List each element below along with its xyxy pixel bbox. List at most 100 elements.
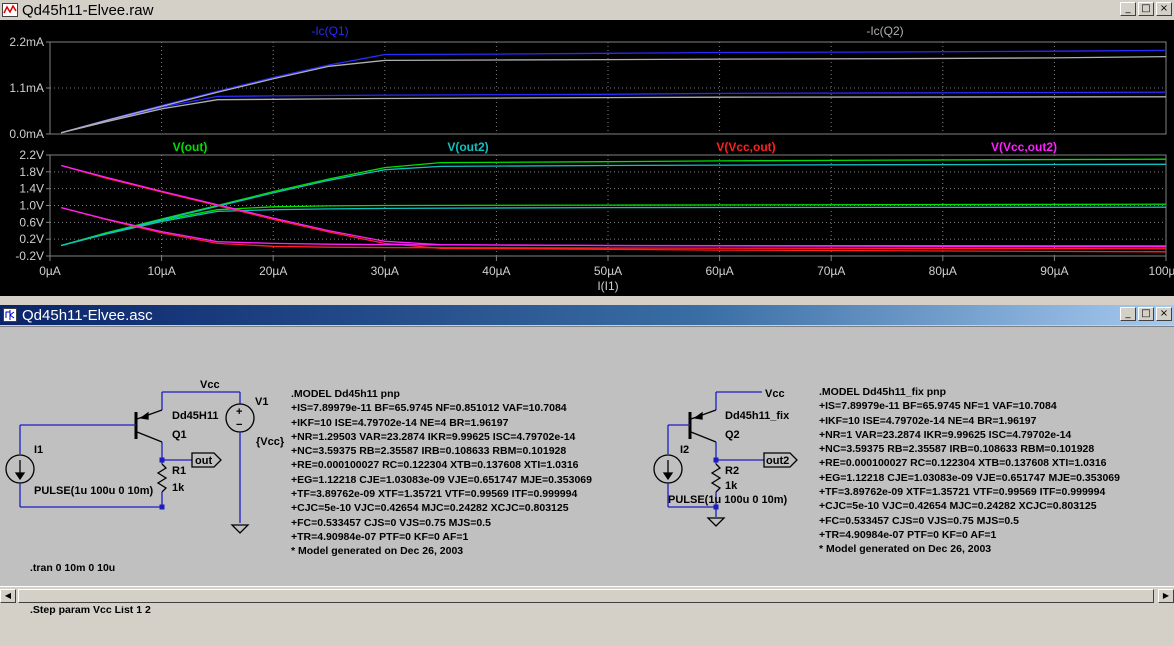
maximize-button[interactable]: □ xyxy=(1138,307,1154,321)
junction-dot xyxy=(713,457,719,463)
x-tick-label: 90µA xyxy=(1040,264,1068,278)
series-line--ic-q1-[interactable] xyxy=(61,91,1167,134)
schematic-window-titlebar[interactable]: Qd45h11-Elvee.asc _ □ × xyxy=(0,305,1174,325)
q2-name: Q2 xyxy=(725,429,740,441)
model-line: +RE=0.000100027 RC=0.122304 XTB=0.137608… xyxy=(291,459,579,472)
ground-symbol xyxy=(706,517,726,527)
model-line: +NC=3.59375 RB=2.35587 IRB=0.108633 RBM=… xyxy=(819,443,1095,456)
legend-entry[interactable]: V(Vcc,out2) xyxy=(991,140,1057,154)
plot-window-title: Qd45h11-Elvee.raw xyxy=(22,1,154,19)
model-line: +IS=7.89979e-11 BF=65.9745 NF=0.851012 V… xyxy=(291,402,567,415)
maximize-button[interactable]: □ xyxy=(1138,2,1154,16)
model-card-dd45h11[interactable]: .MODEL Dd45h11 pnp +IS=7.89979e-11 BF=65.… xyxy=(291,387,592,559)
scroll-left-arrow[interactable]: ◀ xyxy=(0,589,16,603)
model-line: +CJC=5e-10 VJC=0.42654 MJC=0.24282 XCJC=… xyxy=(291,502,569,515)
x-tick-label: 80µA xyxy=(929,264,957,278)
out2-label: out2 xyxy=(766,455,789,467)
model-line: .MODEL Dd45h11 pnp xyxy=(291,388,400,400)
x-tick-label: 10µA xyxy=(147,264,175,278)
model-line: +IKF=10 ISE=4.79702e-14 NE=4 BR=1.96197 xyxy=(291,416,509,429)
waveform-icon xyxy=(2,2,18,18)
y-tick-label: 1.0V xyxy=(19,199,44,213)
x-tick-label: 70µA xyxy=(817,264,845,278)
scrollbar-thumb[interactable] xyxy=(18,589,1154,603)
series-line--ic-q2-[interactable] xyxy=(61,96,1167,134)
horizontal-scrollbar[interactable]: ◀ ▶ xyxy=(0,586,1174,606)
close-button[interactable]: × xyxy=(1156,307,1172,321)
waveform-chart[interactable]: 2.2mA 1.1mA 0.0mA 2.2V 1.8V 1.4V 1.0V 0.6V 0.2V -… xyxy=(0,20,1174,296)
transistor-collector[interactable] xyxy=(690,431,717,443)
model-line: +TF=3.89762e-09 XTF=1.35721 VTF=0.99569 … xyxy=(819,486,1106,499)
resistor-r2[interactable] xyxy=(710,463,722,493)
q1-name: Q1 xyxy=(172,429,187,441)
junction-dot xyxy=(159,504,165,510)
series-line-v-vcc-out2-[interactable] xyxy=(61,206,1167,247)
out-label: out xyxy=(195,455,212,467)
plot-window-titlebar[interactable]: Qd45h11-Elvee.raw _ □ × xyxy=(0,0,1174,21)
y-tick-label: 0.0mA xyxy=(9,127,44,141)
minimize-button[interactable]: _ xyxy=(1120,2,1136,16)
model-line: +EG=1.12218 CJE=1.03083e-09 VJE=0.651747… xyxy=(291,473,592,486)
model-card-dd45h11-fix[interactable]: .MODEL Dd45h11_fix pnp +IS=7.89979e-11 BF… xyxy=(819,385,1120,557)
x-tick-label: 50µA xyxy=(594,264,622,278)
model-line: +FC=0.533457 CJS=0 VJS=0.75 MJS=0.5 xyxy=(819,514,1019,527)
v1-value: {Vcc} xyxy=(256,436,285,448)
model-line: +TF=3.89762e-09 XTF=1.35721 VTF=0.99569 … xyxy=(291,488,578,501)
x-tick-label: 100µA xyxy=(1149,264,1174,278)
q2-model: Dd45h11_fix xyxy=(725,410,790,422)
junction-dot xyxy=(159,457,165,463)
legend-entry[interactable]: -Ic(Q2) xyxy=(866,24,903,38)
transistor-collector[interactable] xyxy=(136,431,163,443)
model-line: * Model generated on Dec 26, 2003 xyxy=(291,545,464,558)
legend-entry[interactable]: V(Vcc,out) xyxy=(716,140,775,154)
legend-entry[interactable]: V(out) xyxy=(173,140,208,154)
model-line: +TR=4.90984e-07 PTF=0 KF=0 AF=1 xyxy=(819,528,997,541)
y-tick-label: 0.2V xyxy=(19,232,44,246)
model-line: +IKF=10 ISE=4.79702e-14 NE=4 BR=1.96197 xyxy=(819,414,1037,427)
x-tick-label: 60µA xyxy=(705,264,733,278)
current-arrow-head xyxy=(14,472,26,481)
series-line--ic-q1-[interactable] xyxy=(61,49,1167,134)
model-line: +NC=3.59375 RB=2.35587 IRB=0.108633 RBM=… xyxy=(291,445,567,458)
legend-entry[interactable]: -Ic(Q1) xyxy=(311,24,348,38)
resistor-r1[interactable] xyxy=(156,463,168,493)
series-line-v-out2-[interactable] xyxy=(61,206,1167,247)
x-tick-label: 20µA xyxy=(259,264,287,278)
y-tick-label: 1.1mA xyxy=(9,81,44,95)
r1-name: R1 xyxy=(172,465,186,477)
tran-directive[interactable]: .tran 0 10m 0 10u xyxy=(30,561,151,575)
schematic-canvas[interactable]: Vcc V1 + − {Vcc} Dd45H11 Q1 I1 R1 1k out… xyxy=(0,326,1174,616)
close-button[interactable]: × xyxy=(1156,2,1172,16)
waveform-plot-area[interactable]: 2.2mA 1.1mA 0.0mA 2.2V 1.8V 1.4V 1.0V 0.6V 0.2V -… xyxy=(0,20,1174,296)
pulse-spec-2: PULSE(1u 100u 0 10m) xyxy=(668,494,788,506)
x-tick-label: 40µA xyxy=(482,264,510,278)
y-tick-label: 0.6V xyxy=(19,215,44,229)
y-tick-label: 1.8V xyxy=(19,165,44,179)
i1-name: I1 xyxy=(34,444,43,456)
transistor-arrow xyxy=(139,411,149,420)
pulse-spec-1: PULSE(1u 100u 0 10m) xyxy=(34,485,154,497)
minimize-button[interactable]: _ xyxy=(1120,307,1136,321)
series-line-v-vcc-out2-[interactable] xyxy=(61,164,1167,248)
y-tick-label: 1.4V xyxy=(19,182,44,196)
model-line: +CJC=5e-10 VJC=0.42654 MJC=0.24282 XCJC=… xyxy=(819,500,1097,513)
v1-name: V1 xyxy=(255,396,268,408)
model-line: +FC=0.533457 CJS=0 VJS=0.75 MJS=0.5 xyxy=(291,516,491,529)
r1-value: 1k xyxy=(172,482,185,494)
transistor-arrow xyxy=(693,411,703,420)
x-axis-label: I(I1) xyxy=(597,279,618,293)
vcc-label-2: Vcc xyxy=(765,388,785,400)
schematic-window-title: Qd45h11-Elvee.asc xyxy=(22,306,153,324)
ground-symbol xyxy=(230,524,250,534)
vcc-label: Vcc xyxy=(200,379,220,391)
x-tick-label: 30µA xyxy=(371,264,399,278)
x-tick-label: 0µA xyxy=(39,264,61,278)
legend-entry[interactable]: V(out2) xyxy=(447,140,488,154)
scroll-right-arrow[interactable]: ▶ xyxy=(1158,589,1174,603)
model-line: +EG=1.12218 CJE=1.03083e-09 VJE=0.651747… xyxy=(819,471,1120,484)
model-line: +RE=0.000100027 RC=0.122304 XTB=0.137608… xyxy=(819,457,1107,470)
q1-model: Dd45H11 xyxy=(172,410,218,422)
v1-plus: + xyxy=(236,406,242,418)
current-arrow-head xyxy=(662,472,674,481)
model-line: * Model generated on Dec 26, 2003 xyxy=(819,543,992,556)
